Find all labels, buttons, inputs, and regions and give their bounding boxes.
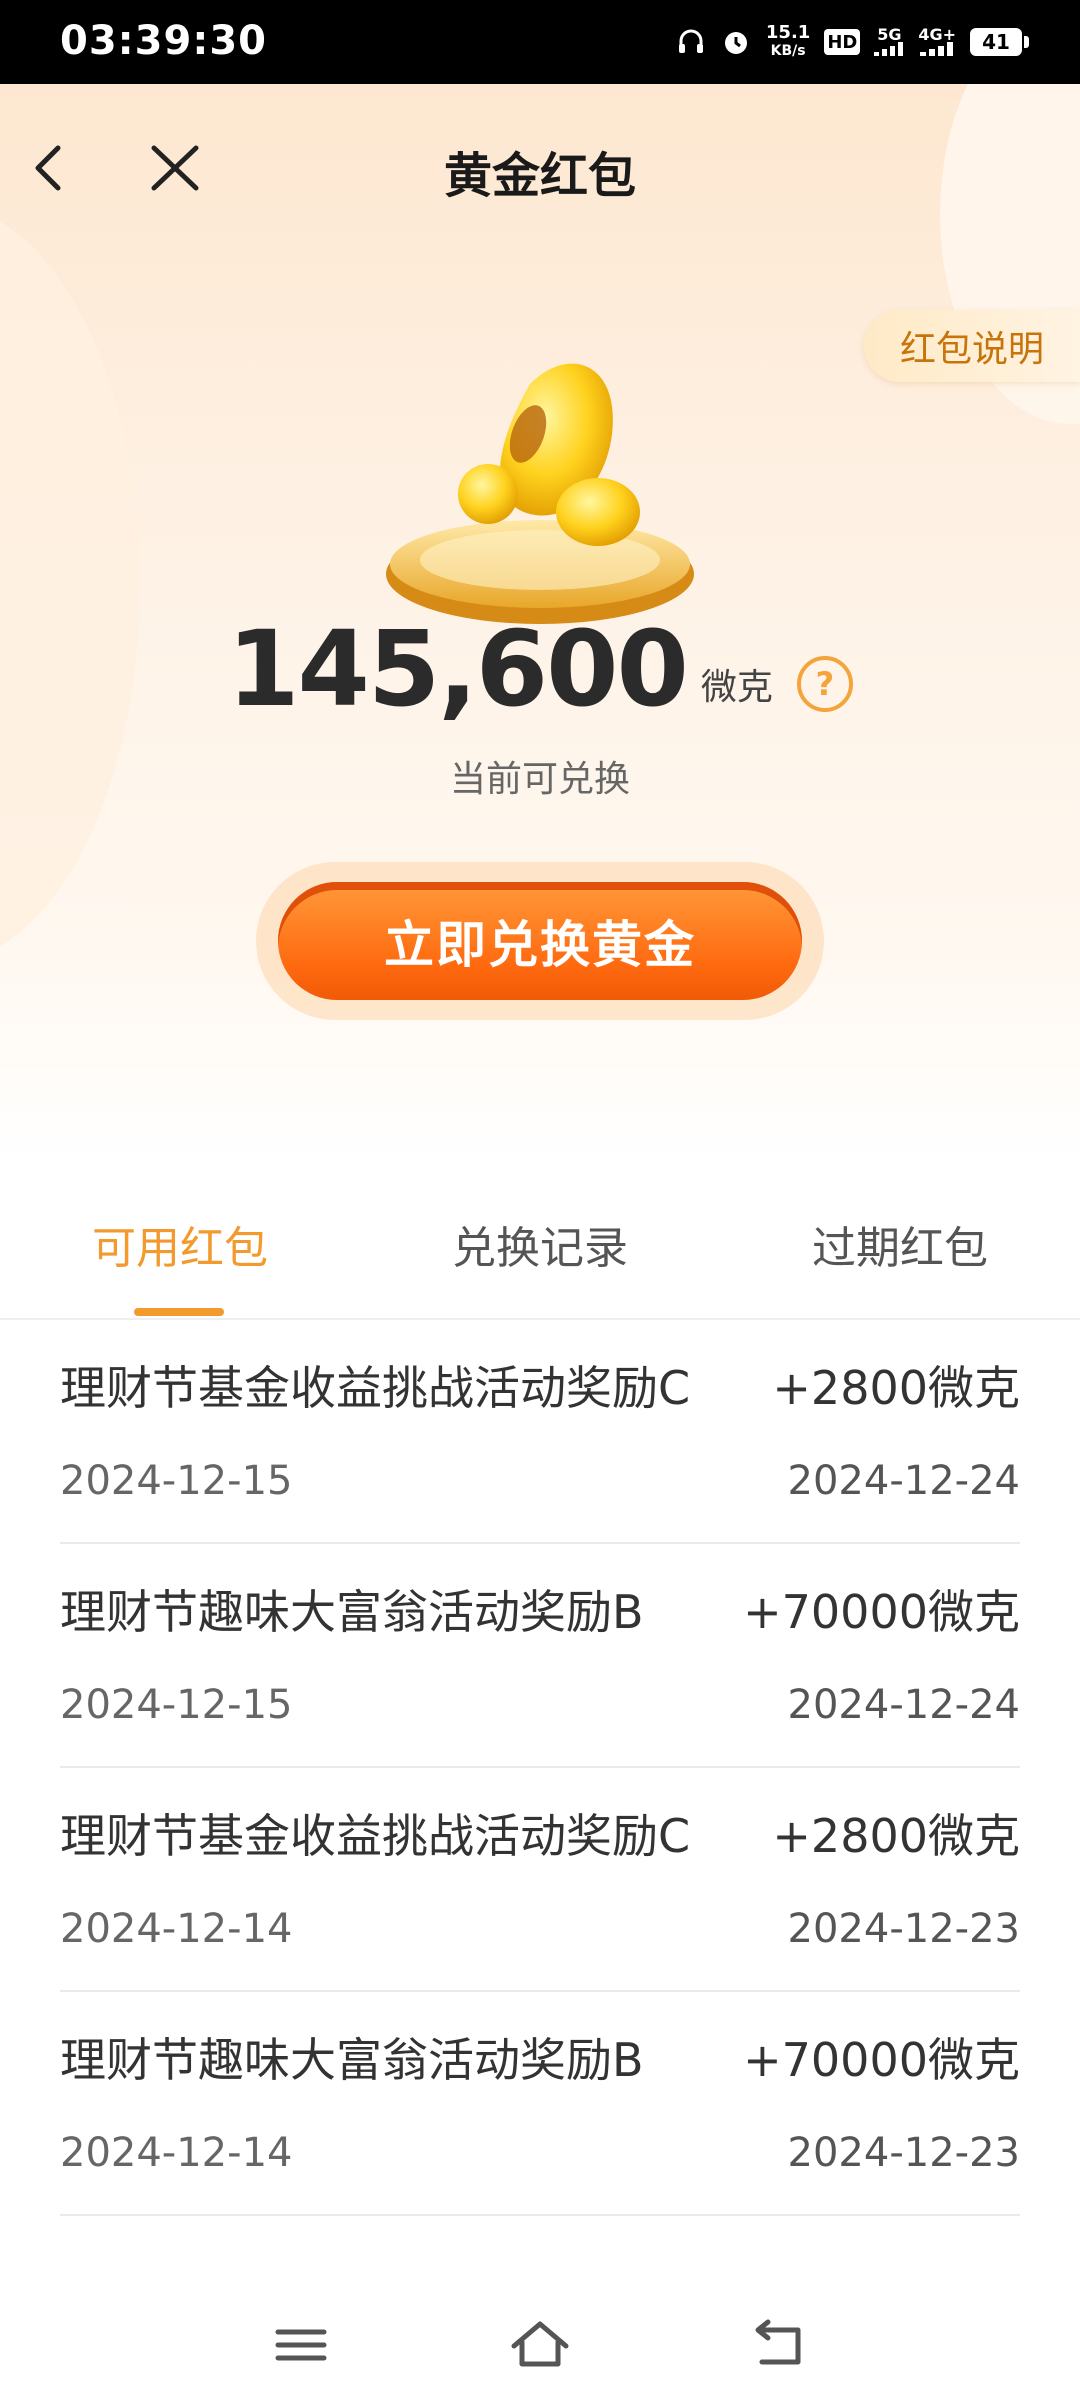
balance-caption: 当前可兑换 — [449, 759, 630, 800]
tab-expired[interactable]: 过期红包 — [760, 1212, 1040, 1276]
active-tab-indicator — [134, 1308, 224, 1316]
balance-amount: 145,600 — [227, 608, 689, 730]
item-expire-date: 2024-12-23 — [787, 2130, 1020, 2176]
item-amount: +2800微克 — [772, 1361, 1020, 1415]
status-time: 03:39:30 — [60, 18, 267, 64]
headphones-icon — [676, 22, 706, 62]
item-title: 理财节趣味大富翁活动奖励B — [60, 1585, 644, 1639]
battery-level: 41 — [982, 30, 1010, 54]
item-title: 理财节基金收益挑战活动奖励C — [60, 1361, 691, 1415]
status-bar: 03:39:30 15.1 KB/s HD 5G 4G+ 41 — [0, 0, 1080, 84]
item-title: 理财节基金收益挑战活动奖励C — [60, 1809, 691, 1863]
list-item[interactable]: 理财节趣味大富翁活动奖励B +70000微克 2024-12-14 2024-1… — [60, 1992, 1020, 2216]
item-expire-date: 2024-12-23 — [787, 1906, 1020, 1952]
item-amount: +70000微克 — [743, 1585, 1020, 1639]
list-item[interactable]: 理财节基金收益挑战活动奖励C +2800微克 2024-12-15 2024-1… — [60, 1320, 1020, 1544]
sim1-label: 4G+ — [918, 25, 956, 44]
net-speed-value: 15.1 — [765, 22, 811, 43]
balance-row: 145,600 微克 ? — [0, 614, 1080, 724]
net-speed: 15.1 KB/s — [766, 24, 810, 60]
help-icon[interactable]: ? — [796, 656, 853, 712]
balance-unit: 微克 — [700, 667, 773, 708]
hero-section: 黄金红包 红包说明 145,600 微克 ? 当前可兑换 立即兑换黄金 — [0, 84, 1080, 1160]
list-item[interactable]: 理财节趣味大富翁活动奖励B +70000微克 2024-12-15 2024-1… — [60, 1544, 1020, 1768]
item-amount: +70000微克 — [743, 2033, 1020, 2087]
net-speed-unit: KB/s — [770, 43, 806, 59]
signal-4g-icon: 4G+ — [918, 22, 956, 62]
item-expire-date: 2024-12-24 — [787, 1458, 1020, 1504]
sim2-label: 5G — [877, 25, 902, 44]
item-amount: +2800微克 — [772, 1809, 1020, 1863]
item-expire-date: 2024-12-24 — [787, 1682, 1020, 1728]
item-issue-date: 2024-12-15 — [60, 1458, 293, 1504]
battery-icon: 41 — [970, 28, 1029, 56]
item-issue-date: 2024-12-15 — [60, 1682, 293, 1728]
page-title: 黄金红包 — [443, 148, 636, 204]
system-nav-bar — [0, 2290, 1080, 2400]
status-icons: 15.1 KB/s HD 5G 4G+ 41 — [676, 22, 1029, 62]
list-item[interactable]: 理财节基金收益挑战活动奖励C +2800微克 2024-12-14 2024-1… — [60, 1768, 1020, 1992]
red-packet-list: 理财节基金收益挑战活动奖励C +2800微克 2024-12-15 2024-1… — [60, 1320, 1020, 2216]
item-issue-date: 2024-12-14 — [60, 2130, 293, 2176]
item-title: 理财节趣味大富翁活动奖励B — [60, 2033, 644, 2087]
tab-bar: 可用红包 兑换记录 过期红包 — [0, 1160, 1080, 1320]
tab-available[interactable]: 可用红包 — [40, 1212, 320, 1276]
alarm-icon — [720, 22, 752, 62]
back-icon[interactable] — [740, 2310, 820, 2380]
item-issue-date: 2024-12-14 — [60, 1906, 293, 1952]
gold-beans-illustration — [380, 324, 700, 634]
tab-exchange-history[interactable]: 兑换记录 — [400, 1212, 680, 1276]
hd-icon: HD — [824, 29, 861, 55]
exchange-gold-button[interactable]: 立即兑换黄金 — [278, 882, 802, 1000]
red-packet-rules-button[interactable]: 红包说明 — [864, 310, 1080, 382]
decor-blob-left — [0, 204, 140, 964]
signal-5g-icon: 5G — [874, 22, 904, 62]
menu-icon[interactable] — [262, 2310, 342, 2380]
home-icon[interactable] — [500, 2310, 580, 2380]
